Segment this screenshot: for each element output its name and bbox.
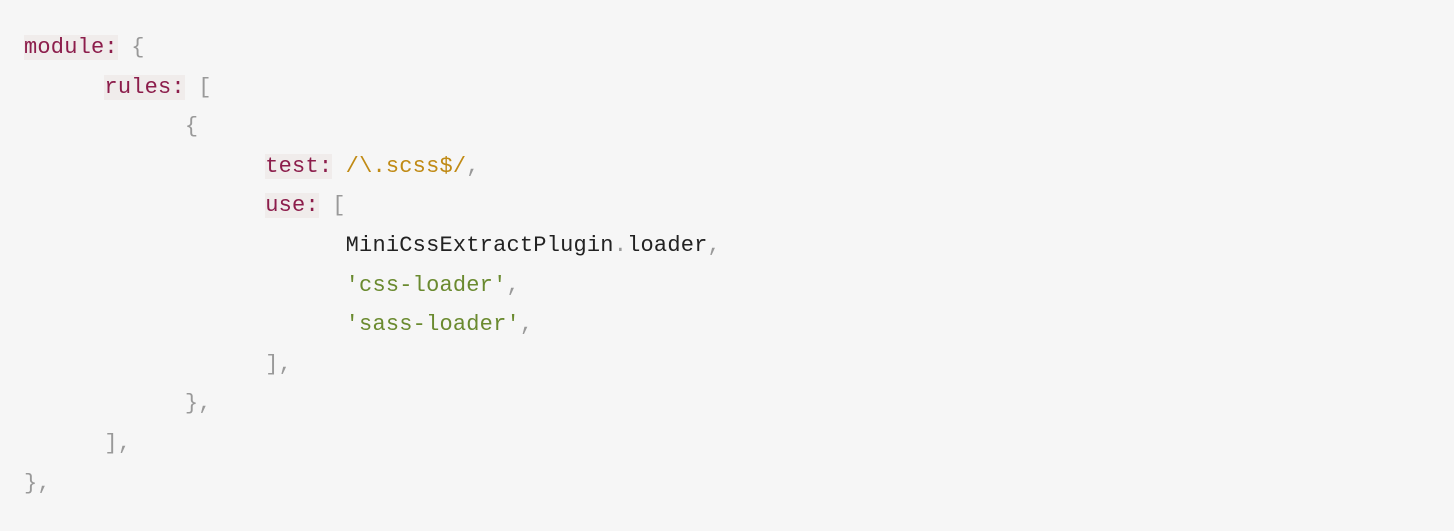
code-token-punct: . — [614, 233, 627, 258]
code-token-string: 'css-loader' — [346, 273, 507, 298]
code-token-string: 'sass-loader' — [346, 312, 520, 337]
code-token-punct: , — [466, 154, 479, 179]
code-line: module: { — [24, 28, 1430, 68]
code-token-key: module: — [24, 35, 118, 60]
code-token-text — [118, 35, 131, 60]
code-token-regex: /\.scss$/ — [346, 154, 467, 179]
code-token-punct: ], — [265, 352, 292, 377]
code-token-punct: [ — [198, 75, 211, 100]
code-line: 'sass-loader', — [24, 305, 1430, 345]
code-token-key: test: — [265, 154, 332, 179]
code-line: { — [24, 107, 1430, 147]
code-token-punct: , — [708, 233, 721, 258]
code-token-punct: { — [131, 35, 144, 60]
code-token-punct: , — [506, 273, 519, 298]
code-line: 'css-loader', — [24, 266, 1430, 306]
code-token-text: MiniCssExtractPlugin — [346, 233, 614, 258]
code-line: }, — [24, 384, 1430, 424]
code-line: ], — [24, 345, 1430, 385]
code-line: test: /\.scss$/, — [24, 147, 1430, 187]
code-token-key: rules: — [104, 75, 184, 100]
code-token-text — [332, 154, 345, 179]
code-token-text: loader — [627, 233, 707, 258]
code-token-punct: [ — [332, 193, 345, 218]
code-line: }, — [24, 464, 1430, 504]
code-token-punct: { — [185, 114, 198, 139]
code-block: module: { rules: [ { test: /\.scss$/, us… — [0, 0, 1454, 531]
code-line: ], — [24, 424, 1430, 464]
code-token-text — [185, 75, 198, 100]
code-token-punct: }, — [185, 391, 212, 416]
code-line: rules: [ — [24, 68, 1430, 108]
code-token-punct: , — [520, 312, 533, 337]
code-token-text — [319, 193, 332, 218]
code-token-punct: }, — [24, 471, 51, 496]
code-line: MiniCssExtractPlugin.loader, — [24, 226, 1430, 266]
code-token-punct: ], — [104, 431, 131, 456]
code-token-key: use: — [265, 193, 319, 218]
code-line: use: [ — [24, 186, 1430, 226]
